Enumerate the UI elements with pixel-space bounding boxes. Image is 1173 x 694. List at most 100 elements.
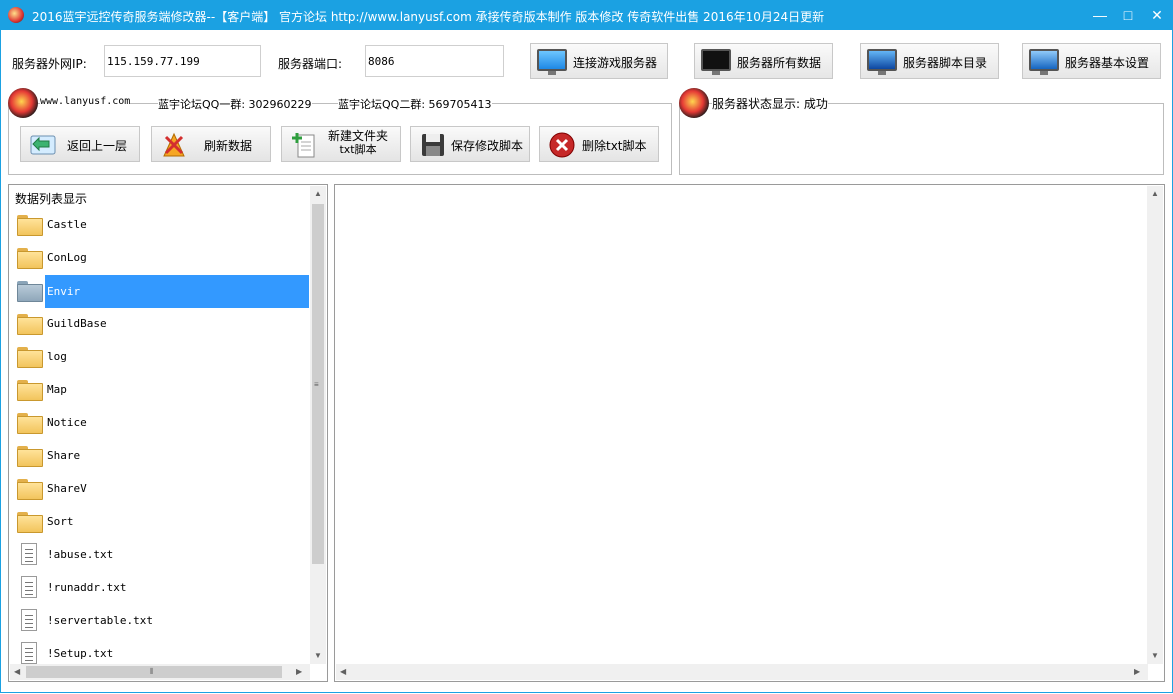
item-name: Castle xyxy=(47,218,87,231)
item-name: Sort xyxy=(47,515,74,528)
back-arrow-icon xyxy=(30,135,56,155)
logo-icon xyxy=(679,88,709,118)
ip-input[interactable]: 115.159.77.199 xyxy=(104,45,261,77)
folder-icon xyxy=(17,248,43,269)
vertical-scrollbar[interactable]: ▲ ≡ ▼ xyxy=(310,186,326,664)
new-file-icon xyxy=(292,133,315,158)
all-data-label: 服务器所有数据 xyxy=(737,56,822,70)
horizontal-scrollbar[interactable]: ◀ ▶ xyxy=(336,664,1148,680)
scroll-down-arrow-icon[interactable]: ▼ xyxy=(314,651,322,660)
app-icon xyxy=(8,7,24,23)
scroll-thumb[interactable] xyxy=(26,666,282,678)
scroll-right-arrow-icon[interactable]: ▶ xyxy=(296,667,302,676)
monitor-icon xyxy=(701,49,731,75)
folder-icon xyxy=(17,215,43,236)
folder-icon xyxy=(17,314,43,335)
folder-item[interactable]: Envir xyxy=(15,275,311,308)
save-script-button[interactable]: 保存修改脚本 xyxy=(410,126,530,162)
folder-icon xyxy=(17,479,43,500)
horizontal-scrollbar[interactable]: ◀ ⦀ ▶ xyxy=(10,664,310,680)
title-bar[interactable]: 2016蓝宇远控传奇服务端修改器--【客户端】 官方论坛 http://www.… xyxy=(0,0,1173,30)
monitor-icon xyxy=(537,49,567,75)
file-item[interactable]: !abuse.txt xyxy=(15,539,311,572)
scroll-down-arrow-icon[interactable]: ▼ xyxy=(1151,651,1159,660)
file-list-header: 数据列表显示 xyxy=(15,192,88,206)
ip-label: 服务器外网IP: xyxy=(12,57,87,71)
new-folder-label: 新建文件夹 txt脚本 xyxy=(328,129,389,157)
back-label: 返回上一层 xyxy=(67,139,128,153)
qq-group-2: 蓝宇论坛QQ二群: 569705413 xyxy=(338,96,492,112)
file-list-panel[interactable]: 数据列表显示 Castle ConLog Envir GuildBase log Map N… xyxy=(8,184,328,682)
folder-item[interactable]: ShareV xyxy=(15,473,311,506)
item-name: log xyxy=(47,350,67,363)
item-name: Share xyxy=(47,449,81,462)
refresh-button[interactable]: 刷新数据 xyxy=(151,126,271,162)
text-file-icon xyxy=(21,609,37,631)
script-editor[interactable]: ▲ ▼ ◀ ▶ xyxy=(334,184,1165,682)
all-data-button[interactable]: 服务器所有数据 xyxy=(694,43,833,79)
new-folder-button[interactable]: 新建文件夹 txt脚本 xyxy=(281,126,401,162)
item-name: Envir xyxy=(45,275,309,308)
monitor-icon xyxy=(1029,49,1059,75)
new-folder-label-line1: 新建文件夹 xyxy=(328,129,389,143)
status-group xyxy=(679,103,1164,175)
monitor-icon xyxy=(867,49,897,75)
item-name: !Setup.txt xyxy=(47,647,114,660)
item-name: ConLog xyxy=(47,251,87,264)
save-disk-icon xyxy=(422,134,444,156)
item-name: Map xyxy=(47,383,67,396)
save-script-label: 保存修改脚本 xyxy=(451,139,524,153)
connect-server-label: 连接游戏服务器 xyxy=(573,56,658,70)
grip-icon: ⦀ xyxy=(150,667,154,676)
folder-item[interactable]: ConLog xyxy=(15,242,311,275)
folder-item[interactable]: Sort xyxy=(15,506,311,539)
delete-script-button[interactable]: 删除txt脚本 xyxy=(539,126,659,162)
file-item[interactable]: !servertable.txt xyxy=(15,605,311,638)
port-input[interactable]: 8086 xyxy=(365,45,504,77)
folder-item[interactable]: GuildBase xyxy=(15,308,311,341)
scroll-up-arrow-icon[interactable]: ▲ xyxy=(1151,189,1159,198)
folder-item[interactable]: Map xyxy=(15,374,311,407)
folder-icon xyxy=(17,512,43,533)
folder-item[interactable]: Share xyxy=(15,440,311,473)
vertical-scrollbar[interactable]: ▲ ▼ xyxy=(1147,186,1163,664)
server-status: 服务器状态显示: 成功 xyxy=(712,95,828,112)
delete-x-icon xyxy=(549,132,575,158)
logo-icon xyxy=(8,88,38,118)
folder-icon xyxy=(17,380,43,401)
text-file-icon xyxy=(21,576,37,598)
text-file-icon xyxy=(21,642,37,664)
item-name: Notice xyxy=(47,416,87,429)
text-file-icon xyxy=(21,543,37,565)
item-name: !servertable.txt xyxy=(47,614,153,627)
refresh-label: 刷新数据 xyxy=(204,139,253,153)
close-button[interactable]: ✕ xyxy=(1139,0,1173,30)
site-link[interactable]: www.lanyusf.com xyxy=(40,96,131,107)
scroll-left-arrow-icon[interactable]: ◀ xyxy=(340,667,346,676)
scroll-right-arrow-icon[interactable]: ▶ xyxy=(1134,667,1140,676)
item-name: !runaddr.txt xyxy=(47,581,127,594)
scroll-up-arrow-icon[interactable]: ▲ xyxy=(314,189,322,198)
basic-settings-button[interactable]: 服务器基本设置 xyxy=(1022,43,1161,79)
folder-item[interactable]: Notice xyxy=(15,407,311,440)
grip-icon: ≡ xyxy=(314,380,319,389)
script-dir-label: 服务器脚本目录 xyxy=(903,56,988,70)
folder-item[interactable]: Castle xyxy=(15,209,311,242)
port-label: 服务器端口: xyxy=(278,57,343,71)
back-button[interactable]: 返回上一层 xyxy=(20,126,140,162)
script-dir-button[interactable]: 服务器脚本目录 xyxy=(860,43,999,79)
scroll-left-arrow-icon[interactable]: ◀ xyxy=(14,667,20,676)
new-folder-label-line2: txt脚本 xyxy=(339,143,377,156)
folder-icon xyxy=(17,281,43,302)
item-name: ShareV xyxy=(47,482,87,495)
folder-item[interactable]: log xyxy=(15,341,311,374)
basic-settings-label: 服务器基本设置 xyxy=(1065,56,1150,70)
folder-icon xyxy=(17,347,43,368)
delete-script-label: 删除txt脚本 xyxy=(582,139,647,153)
item-name: GuildBase xyxy=(47,317,107,330)
window-title: 2016蓝宇远控传奇服务端修改器--【客户端】 官方论坛 http://www.… xyxy=(32,10,825,24)
refresh-icon xyxy=(163,132,185,157)
connect-server-button[interactable]: 连接游戏服务器 xyxy=(530,43,668,79)
qq-group-1: 蓝宇论坛QQ一群: 302960229 xyxy=(158,96,312,112)
file-item[interactable]: !runaddr.txt xyxy=(15,572,311,605)
